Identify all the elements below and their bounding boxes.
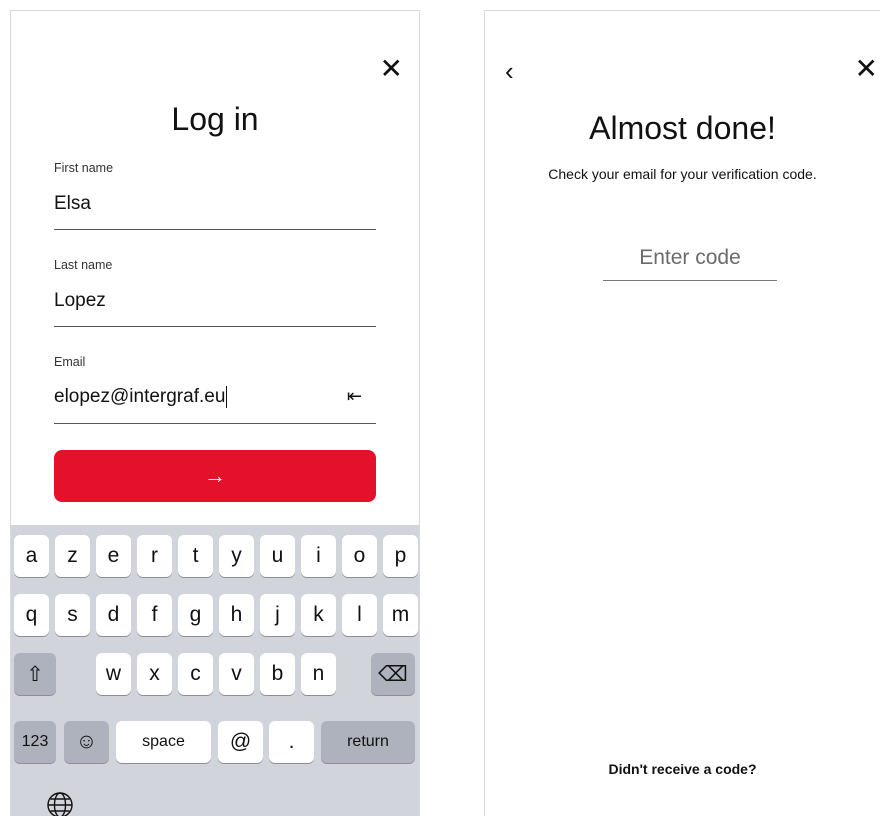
- key-j[interactable]: j: [260, 594, 295, 636]
- key-b[interactable]: b: [260, 653, 295, 695]
- text-caret: [226, 386, 228, 408]
- key-a[interactable]: a: [14, 535, 49, 577]
- code-input[interactable]: [603, 246, 777, 270]
- arrow-right-icon: →: [204, 463, 226, 488]
- key-z[interactable]: z: [55, 535, 90, 577]
- last-name-input[interactable]: [54, 289, 376, 313]
- close-icon[interactable]: ✕: [380, 55, 403, 83]
- return-key[interactable]: return: [321, 721, 415, 763]
- page-title: Almost done!: [589, 110, 776, 146]
- at-key[interactable]: @: [218, 721, 263, 763]
- key-t[interactable]: t: [178, 535, 213, 577]
- shift-icon: ⇧: [26, 662, 44, 686]
- code-field: [603, 246, 777, 281]
- key-n[interactable]: n: [301, 653, 336, 695]
- key-e[interactable]: e: [96, 535, 131, 577]
- submit-button[interactable]: →: [54, 450, 376, 502]
- dot-key[interactable]: .: [269, 721, 314, 763]
- email-field: Email elopez@intergraf.eu ⇤: [54, 355, 376, 424]
- key-w[interactable]: w: [96, 653, 131, 695]
- login-screen: ✕ Log in First name Last name Email elop…: [10, 10, 420, 816]
- numbers-key[interactable]: 123: [14, 721, 56, 763]
- key-s[interactable]: s: [55, 594, 90, 636]
- first-name-underline: [54, 229, 376, 230]
- first-name-label: First name: [54, 161, 114, 175]
- email-underline: [54, 423, 376, 424]
- key-k[interactable]: k: [301, 594, 336, 636]
- page-title: Log in: [171, 101, 259, 137]
- verification-screen: ‹ ✕ Almost done! Check your email for yo…: [484, 10, 880, 816]
- key-f[interactable]: f: [137, 594, 172, 636]
- email-value: elopez@intergraf.eu: [54, 386, 226, 408]
- onscreen-keyboard: azertyuiop qsdfghjklm wxcvbn ⇧ ⌫ 123 ☺ s…: [11, 525, 419, 816]
- back-chevron-icon[interactable]: ‹: [505, 58, 514, 84]
- key-y[interactable]: y: [219, 535, 254, 577]
- key-u[interactable]: u: [260, 535, 295, 577]
- last-name-underline: [54, 326, 376, 327]
- space-key[interactable]: space: [116, 721, 211, 763]
- key-m[interactable]: m: [383, 594, 418, 636]
- key-p[interactable]: p: [383, 535, 418, 577]
- close-icon[interactable]: ✕: [855, 55, 878, 83]
- backspace-key[interactable]: ⌫: [371, 653, 415, 695]
- instruction-text: Check your email for your verification c…: [548, 166, 817, 182]
- globe-icon[interactable]: [46, 791, 76, 816]
- key-r[interactable]: r: [137, 535, 172, 577]
- key-h[interactable]: h: [219, 594, 254, 636]
- key-q[interactable]: q: [14, 594, 49, 636]
- first-name-input[interactable]: [54, 192, 376, 216]
- last-name-field: Last name: [54, 258, 376, 327]
- key-d[interactable]: d: [96, 594, 131, 636]
- shift-key[interactable]: ⇧: [14, 653, 56, 695]
- clear-field-icon[interactable]: ⇤: [347, 386, 362, 407]
- emoji-key[interactable]: ☺: [64, 721, 109, 763]
- key-c[interactable]: c: [178, 653, 213, 695]
- key-g[interactable]: g: [178, 594, 213, 636]
- last-name-label: Last name: [54, 258, 113, 272]
- key-o[interactable]: o: [342, 535, 377, 577]
- key-v[interactable]: v: [219, 653, 254, 695]
- backspace-icon: ⌫: [378, 662, 408, 686]
- emoji-icon: ☺: [75, 730, 98, 753]
- first-name-field: First name: [54, 161, 376, 230]
- code-underline: [603, 280, 777, 281]
- resend-code-link[interactable]: Didn't receive a code?: [485, 761, 880, 777]
- email-input[interactable]: elopez@intergraf.eu ⇤: [54, 386, 376, 410]
- email-label: Email: [54, 355, 86, 369]
- key-i[interactable]: i: [301, 535, 336, 577]
- key-x[interactable]: x: [137, 653, 172, 695]
- key-l[interactable]: l: [342, 594, 377, 636]
